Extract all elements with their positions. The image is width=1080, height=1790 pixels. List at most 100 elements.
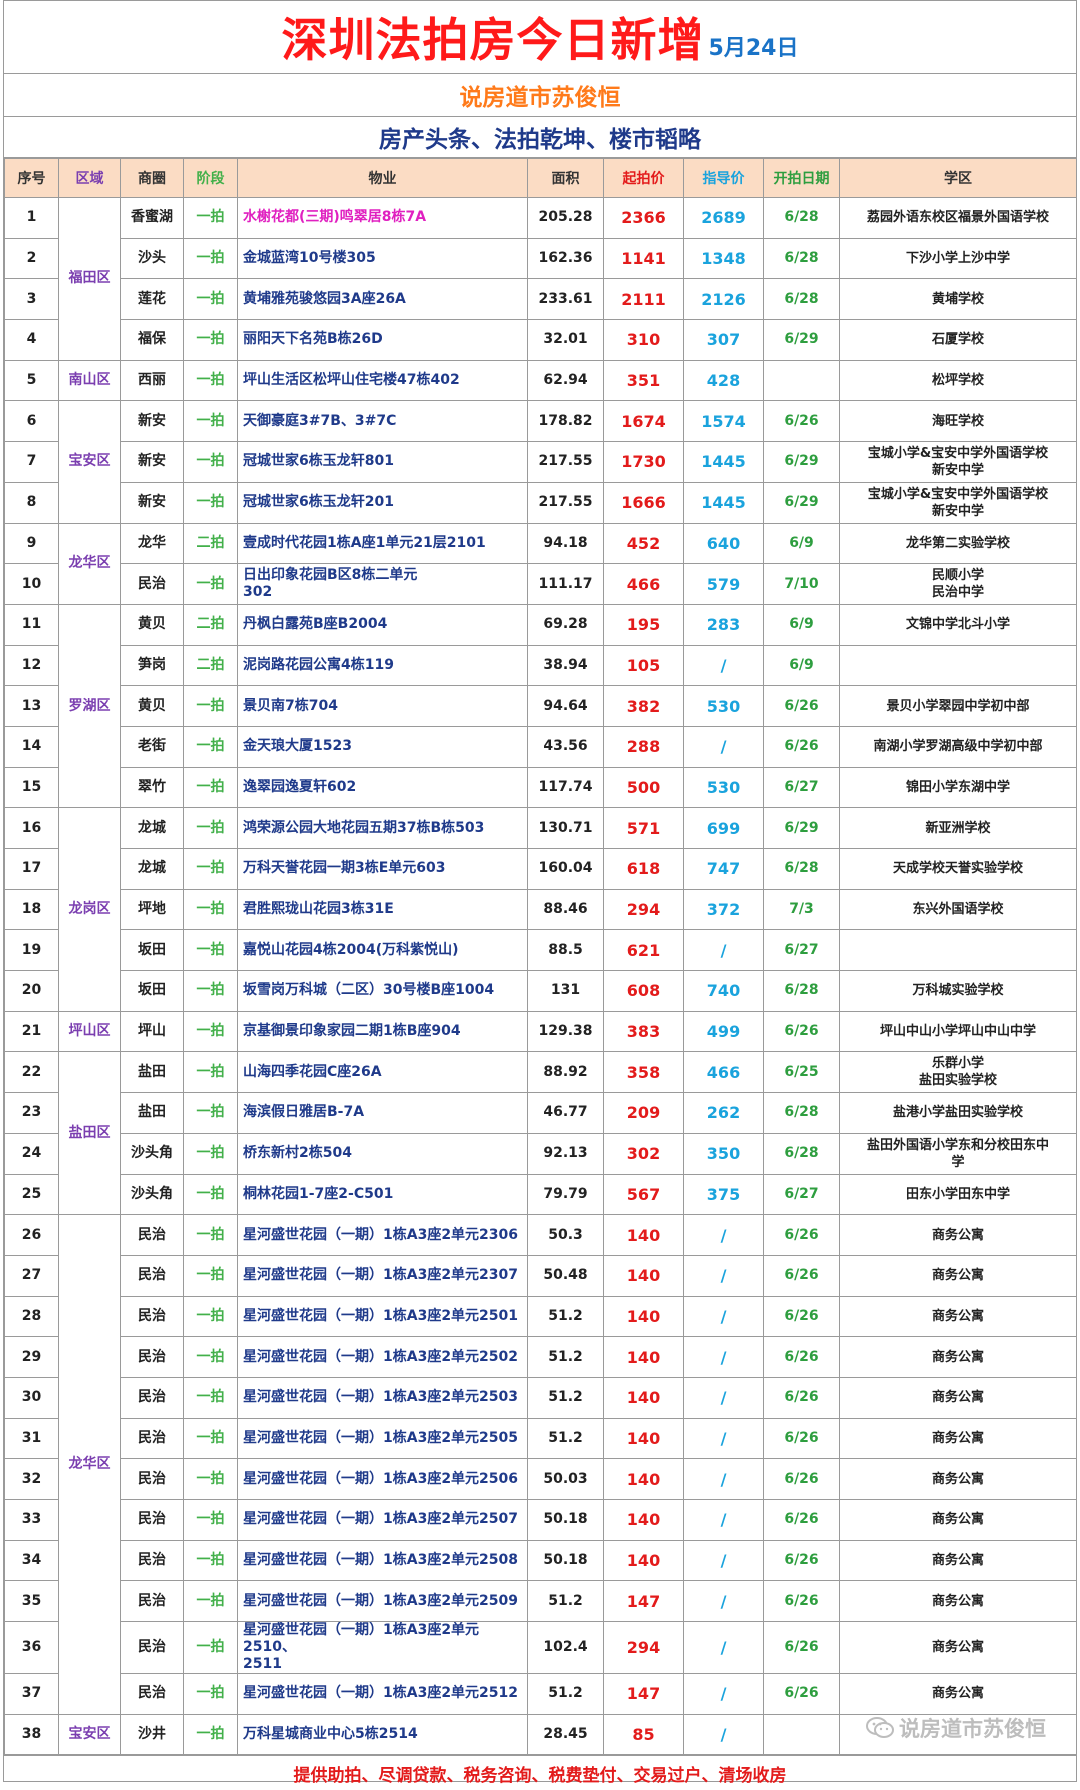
stage-cell: 一拍 — [183, 400, 238, 443]
property-cell: 桐林花园1-7座2-C501 — [237, 1173, 528, 1216]
size-cell: 162.36 — [527, 237, 604, 280]
stage-cell: 一拍 — [183, 1580, 238, 1623]
stage-cell: 一拍 — [183, 1376, 238, 1419]
guide-price-cell: 307 — [683, 319, 764, 361]
guide-price-cell: 372 — [683, 888, 764, 931]
school-cell: 盐港小学盐田实验学校 — [839, 1092, 1077, 1134]
row-number: 29 — [4, 1336, 59, 1378]
school-cell — [839, 644, 1077, 687]
area-cell: 坂田 — [120, 970, 184, 1012]
school-cell: 宝城小学&宝安中学外国语学校 新安中学 — [839, 481, 1077, 524]
property-cell: 泥岗路花园公寓4栋119 — [237, 644, 528, 687]
stage-cell: 一拍 — [183, 848, 238, 890]
property-cell: 星河盛世花园（一期）1栋A3座2单元2509 — [237, 1580, 528, 1623]
auction-date-cell: 6/28 — [763, 970, 840, 1012]
stage-cell: 一拍 — [183, 1092, 238, 1134]
area-cell: 民治 — [120, 1376, 184, 1419]
row-number: 1 — [4, 197, 59, 239]
size-cell: 94.18 — [527, 522, 604, 565]
district-cell: 龙华区 — [58, 522, 121, 605]
district-cell: 福田区 — [58, 197, 121, 361]
area-cell: 龙城 — [120, 807, 184, 849]
stage-cell: 一拍 — [183, 970, 238, 1012]
size-cell: 51.2 — [527, 1295, 604, 1338]
auction-date-cell: 6/26 — [763, 725, 840, 768]
col-header-stage: 阶段 — [183, 158, 238, 198]
start-price-cell: 351 — [603, 359, 684, 402]
stage-cell: 一拍 — [183, 685, 238, 727]
stage-cell: 一拍 — [183, 1295, 238, 1338]
table-row: 7 新安 一拍 冠城世家6栋玉龙轩801 217.55 1730 1445 6/29 宝城小学&… — [4, 441, 1077, 483]
table-row: 14 老街 一拍 金天琅大厦1523 43.56 288/6/26 南湖小学罗湖高级中学初中… — [4, 725, 1077, 768]
stage-cell: 二拍 — [183, 603, 238, 646]
school-cell: 商务公寓 — [839, 1539, 1077, 1582]
area-cell: 民治 — [120, 1336, 184, 1378]
row-number: 19 — [4, 929, 59, 972]
stage-cell: 一拍 — [183, 1673, 238, 1715]
guide-price-cell: 375 — [683, 1173, 764, 1216]
school-cell — [839, 929, 1077, 972]
auction-date-cell: 6/26 — [763, 1254, 840, 1297]
auction-date-cell: 6/26 — [763, 1376, 840, 1419]
area-cell: 盐田 — [120, 1092, 184, 1134]
stage-cell: 一拍 — [183, 929, 238, 972]
row-number: 12 — [4, 644, 59, 687]
table-row: 34 民治 一拍 星河盛世花园（一期）1栋A3座2单元2508 50.18 140/6/2… — [4, 1539, 1077, 1582]
guide-price-cell: / — [683, 1458, 764, 1500]
start-price-cell: 147 — [603, 1673, 684, 1715]
auction-date-cell: 6/26 — [763, 1458, 840, 1500]
guide-price-cell: 1445 — [683, 481, 764, 524]
table-row: 13 黄贝 一拍 景贝南7栋704 94.64 382 530 6/26 景贝小学翠园中学初中部 — [4, 685, 1077, 727]
guide-price-cell: 2126 — [683, 278, 764, 321]
table-row: 20 坂田 一拍 坂雪岗万科城（二区）30号楼B座1004 131 608 740 6/28 万… — [4, 970, 1077, 1012]
auction-date-cell: 6/28 — [763, 237, 840, 280]
area-cell: 老街 — [120, 725, 184, 768]
stage-cell: 一拍 — [183, 1713, 238, 1756]
col-header-school: 学区 — [839, 158, 1077, 198]
guide-price-cell: / — [683, 1539, 764, 1582]
table-row: 26 龙华区 民治 一拍 星河盛世花园（一期）1栋A3座2单元2306 50.3 140/6… — [4, 1214, 1077, 1715]
auction-date-cell: 6/26 — [763, 1295, 840, 1338]
table-row: 35 民治 一拍 星河盛世花园（一期）1栋A3座2单元2509 51.2 147/6/26… — [4, 1580, 1077, 1623]
area-cell: 民治 — [120, 1673, 184, 1715]
property-cell: 壹成时代花园1栋A座1单元21层2101 — [237, 522, 528, 565]
area-cell: 沙头角 — [120, 1132, 184, 1175]
start-price-cell: 358 — [603, 1051, 684, 1094]
auction-date-cell: 6/26 — [763, 1499, 840, 1541]
auction-date-cell: 6/29 — [763, 481, 840, 524]
school-cell: 海旺学校 — [839, 400, 1077, 443]
stage-cell: 一拍 — [183, 807, 238, 849]
school-cell: 商务公寓 — [839, 1376, 1077, 1419]
auction-date-cell: 6/26 — [763, 1417, 840, 1460]
row-number: 18 — [4, 888, 59, 931]
col-header-property: 物业 — [237, 158, 528, 198]
row-number: 10 — [4, 563, 59, 605]
area-cell: 新安 — [120, 400, 184, 443]
stage-cell: 一拍 — [183, 441, 238, 483]
size-cell: 178.82 — [527, 400, 604, 443]
row-number: 35 — [4, 1580, 59, 1623]
table-row: 37 民治 一拍 星河盛世花园（一期）1栋A3座2单元2512 51.2 147/6/26… — [4, 1673, 1077, 1715]
auction-date-cell: 7/3 — [763, 888, 840, 931]
guide-price-cell: 2689 — [683, 197, 764, 239]
guide-price-cell: / — [683, 1295, 764, 1338]
guide-price-cell: 262 — [683, 1092, 764, 1134]
guide-price-cell: / — [683, 929, 764, 972]
stage-cell: 一拍 — [183, 1254, 238, 1297]
listing-table: 序号 区域 商圈 阶段 物业 面积 起拍价 指导价 开拍日期 学区 1 福田区 香蜜… — [4, 158, 1077, 1756]
start-price-cell: 1730 — [603, 441, 684, 483]
school-cell: 民顺小学 民治中学 — [839, 563, 1077, 605]
watermark-text: 说房道市苏俊恒 — [899, 1717, 1046, 1741]
stage-cell: 一拍 — [183, 359, 238, 402]
title-row: 深圳法拍房今日新增 5月24日 — [4, 1, 1076, 74]
table-row: 6 宝安区 新安 一拍 天御豪庭3#7B、3#7C 178.82 1674 1574 6/26 海… — [4, 400, 1077, 524]
row-number: 38 — [4, 1713, 59, 1756]
row-number: 22 — [4, 1051, 59, 1094]
start-price-cell: 302 — [603, 1132, 684, 1175]
table-row: 11 罗湖区 黄贝 二拍 丹枫白露苑B座B2004 69.28 195 283 6/9 文锦中学北… — [4, 603, 1077, 809]
auction-sheet: 深圳法拍房今日新增 5月24日 说房道市苏俊恒 房产头条、法拍乾坤、楼市韬略 序… — [3, 0, 1077, 1786]
start-price-cell: 85 — [603, 1713, 684, 1756]
footer-services: 提供助拍、尽调贷款、税务咨询、税费垫付、交易过户、清场收房 — [4, 1755, 1076, 1790]
stage-cell: 二拍 — [183, 644, 238, 687]
school-cell: 石厦学校 — [839, 319, 1077, 361]
